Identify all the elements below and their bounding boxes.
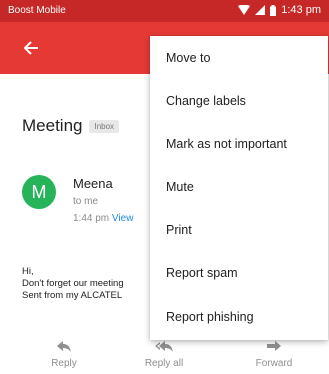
- status-bar: Boost Mobile 1:43 pm: [0, 0, 329, 22]
- sender-name: Meena: [73, 176, 113, 191]
- subject-row: Meeting Inbox: [22, 116, 120, 136]
- menu-item-print[interactable]: Print: [166, 222, 192, 238]
- overflow-menu: Move to Change labels Mark as not import…: [150, 36, 328, 340]
- body-line: Sent from my ALCATEL: [22, 290, 123, 301]
- menu-item-report-spam[interactable]: Report spam: [166, 265, 238, 281]
- label-chip[interactable]: Inbox: [89, 119, 120, 133]
- recipient-line: to me: [73, 196, 99, 207]
- reply-label: Reply: [51, 358, 77, 369]
- status-time: 1:43 pm: [281, 4, 321, 16]
- view-details-link[interactable]: View: [112, 213, 134, 224]
- reply-all-icon: [155, 341, 173, 352]
- body-line: Hi,: [22, 266, 34, 277]
- bottom-actions: Reply Reply all Forward: [0, 338, 329, 374]
- wifi-icon: [238, 5, 251, 15]
- menu-item-mute[interactable]: Mute: [166, 179, 194, 195]
- avatar[interactable]: M: [22, 175, 56, 209]
- reply-button[interactable]: Reply: [24, 338, 104, 369]
- reply-all-label: Reply all: [144, 358, 184, 369]
- forward-button[interactable]: Forward: [234, 338, 314, 369]
- forward-label: Forward: [255, 358, 293, 369]
- menu-item-mark-not-important[interactable]: Mark as not important: [166, 136, 287, 152]
- status-icons: 1:43 pm: [238, 4, 321, 16]
- menu-item-report-phishing[interactable]: Report phishing: [166, 309, 254, 325]
- reply-all-button[interactable]: Reply all: [124, 338, 204, 369]
- battery-icon: [270, 4, 277, 16]
- body-line: Don't forget our meeting: [22, 278, 124, 289]
- email-meta: 1:44 pm View: [73, 213, 133, 224]
- back-arrow-icon: [23, 41, 38, 55]
- email-time: 1:44 pm: [73, 213, 110, 224]
- menu-item-change-labels[interactable]: Change labels: [166, 93, 246, 109]
- back-button[interactable]: [20, 37, 42, 59]
- reply-icon: [57, 341, 71, 352]
- carrier-name: Boost Mobile: [8, 5, 66, 16]
- signal-icon: [255, 5, 266, 15]
- menu-item-move-to[interactable]: Move to: [166, 50, 210, 66]
- email-body: Hi, Don't forget our meeting Sent from m…: [22, 266, 124, 302]
- email-subject: Meeting: [22, 116, 83, 135]
- forward-icon: [267, 341, 281, 351]
